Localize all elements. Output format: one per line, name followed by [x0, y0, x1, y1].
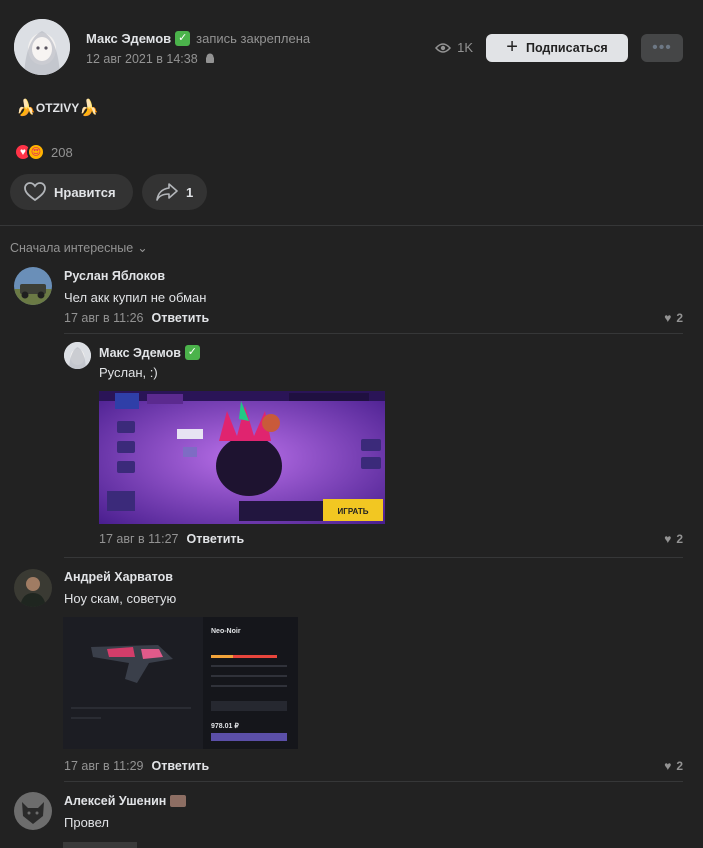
comment-author[interactable]: Руслан Яблоков — [64, 269, 165, 283]
subscribe-button[interactable]: + Подписаться — [486, 34, 628, 62]
subscribe-label: Подписаться — [525, 41, 608, 55]
reply-button[interactable]: Ответить — [186, 532, 244, 546]
author-name[interactable]: Макс Эдемов ✓ запись закреплена — [86, 31, 310, 46]
more-icon: ••• — [652, 39, 672, 56]
like-label: Нравится — [54, 184, 116, 200]
comment-meta: 17 авг в 11:29 Ответить — [64, 759, 209, 773]
comment-text: Руслан, :) — [99, 365, 158, 380]
verified-icon: ✓ — [184, 345, 200, 360]
comment-text: Чел акк купил не обман — [64, 290, 207, 305]
heart-icon: ♥ — [664, 532, 672, 546]
comment-author[interactable]: Алексей Ушенин — [64, 794, 187, 808]
comment-meta: 17 авг в 11:26 Ответить — [64, 311, 209, 325]
comment-like-button[interactable]: ♥ 2 — [664, 532, 683, 546]
banana-emoji-icon: 🍌 — [16, 100, 36, 117]
heart-icon — [24, 182, 46, 202]
verified-icon: ✓ — [175, 31, 191, 46]
comment-author[interactable]: Макс Эдемов ✓ — [99, 345, 200, 360]
comment-meta: 17 авг в 11:27 Ответить — [99, 532, 244, 546]
comment-date[interactable]: 17 авг в 11:26 — [64, 311, 143, 325]
eye-icon — [435, 42, 452, 53]
comment-like-count: 2 — [676, 759, 683, 773]
comment-author-text[interactable]: Руслан Яблоков — [64, 269, 165, 283]
like-button[interactable]: Нравится — [10, 174, 133, 210]
avatar[interactable] — [64, 342, 91, 369]
divider — [0, 225, 703, 226]
comment-separator — [64, 557, 683, 558]
comment-date[interactable]: 17 авг в 11:29 — [64, 759, 143, 773]
post-header: Макс Эдемов ✓ запись закреплена 12 авг 2… — [14, 19, 683, 77]
comment-separator — [64, 333, 683, 334]
comment-like-button[interactable]: ♥ 2 — [664, 759, 683, 773]
views-counter: 1K — [435, 40, 473, 55]
share-icon — [156, 183, 178, 201]
comment-text: Провел — [64, 815, 109, 830]
reactions-count: 208 — [51, 144, 73, 160]
comment-image-skin[interactable]: Neo-Noir 978.01 ₽ — [63, 617, 298, 749]
chevron-down-icon: ⌄ — [137, 241, 148, 255]
share-count: 1 — [186, 184, 194, 200]
reply-button[interactable]: Ответить — [151, 311, 209, 325]
comment-author-text[interactable]: Макс Эдемов — [99, 346, 181, 360]
author-avatar[interactable] — [14, 19, 70, 75]
avatar[interactable] — [14, 792, 52, 830]
avatar[interactable] — [14, 569, 52, 607]
sort-dropdown[interactable]: Сначала интересные ⌄ — [10, 240, 148, 256]
reply-button[interactable]: Ответить — [151, 759, 209, 773]
comment-image-brawl-stars[interactable]: ИГРАТЬ — [99, 391, 385, 524]
avatar[interactable] — [14, 267, 52, 305]
heart-icon: ♥ — [664, 759, 672, 773]
comment-like-count: 2 — [676, 311, 683, 325]
comment-date[interactable]: 17 авг в 11:27 — [99, 532, 178, 546]
plus-icon: + — [506, 36, 518, 58]
heart-icon: ♥ — [664, 311, 672, 325]
views-count: 1K — [457, 40, 473, 55]
author-name-text[interactable]: Макс Эдемов — [86, 31, 171, 46]
play-button-label: ИГРАТЬ — [338, 507, 369, 516]
comment-separator — [64, 781, 683, 782]
banana-emoji-icon: 🍌 — [79, 100, 100, 117]
comment-like-button[interactable]: ♥ 2 — [664, 311, 683, 325]
sort-label: Сначала интересные — [10, 240, 134, 255]
heart-eyes-reaction-icon: 😍 — [27, 143, 45, 161]
comment-image-partial[interactable] — [63, 842, 137, 848]
android-icon — [205, 53, 214, 63]
skin-title: Neo-Noir — [211, 628, 241, 635]
comment-author-text[interactable]: Андрей Харватов — [64, 570, 173, 584]
post-text-content: OTZIVY — [35, 101, 80, 115]
post-date-text[interactable]: 12 авг 2021 в 14:38 — [86, 52, 198, 66]
post-date[interactable]: 12 авг 2021 в 14:38 — [86, 52, 216, 66]
skin-price: 978.01 ₽ — [211, 722, 239, 730]
reactions-summary[interactable]: ♥ 😍 208 — [14, 143, 73, 161]
comment-author-text[interactable]: Алексей Ушенин — [64, 794, 166, 808]
comment-text: Ноу скам, советую — [64, 591, 177, 606]
comment-like-count: 2 — [676, 532, 683, 546]
share-button[interactable]: 1 — [142, 174, 207, 210]
comment-author[interactable]: Андрей Харватов — [64, 570, 173, 584]
more-options-button[interactable]: ••• — [641, 34, 683, 62]
pinned-label: запись закреплена — [196, 31, 311, 46]
briefcase-icon — [170, 795, 187, 807]
post-text: 🍌 OTZIVY 🍌 — [16, 98, 99, 118]
